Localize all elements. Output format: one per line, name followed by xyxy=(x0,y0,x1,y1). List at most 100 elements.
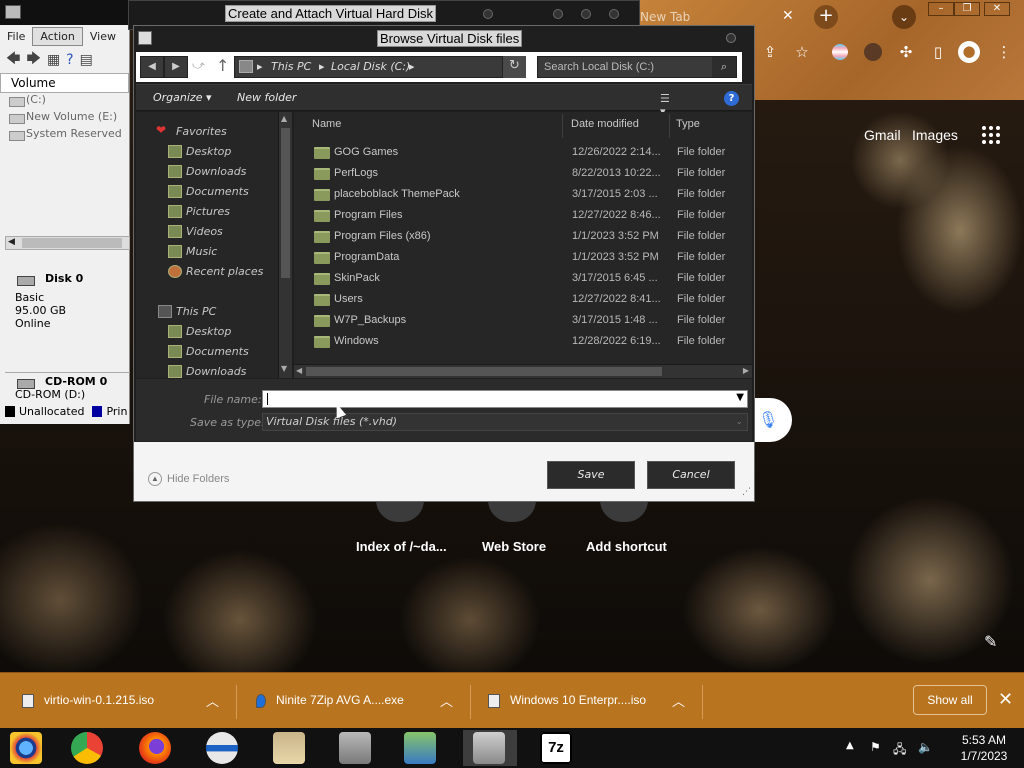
nav-item-recent-places[interactable]: Recent places xyxy=(186,265,263,278)
nav-item-downloads[interactable]: Downloads xyxy=(186,365,246,378)
scroll-left-icon[interactable]: ◀ xyxy=(296,366,302,375)
volume-row[interactable]: New Volume (E:) xyxy=(0,110,129,127)
scroll-right-icon[interactable]: ▶ xyxy=(743,366,749,375)
column-header-name[interactable]: Name xyxy=(312,118,341,130)
back-arrow-icon[interactable]: 🡄 xyxy=(6,48,20,72)
file-row[interactable]: SkinPack 3/17/2015 6:45 ... File folder xyxy=(294,268,752,289)
minimize-icon[interactable]: – xyxy=(928,2,954,16)
extension-avatar-icon[interactable] xyxy=(864,43,882,61)
save-button[interactable]: Save xyxy=(547,461,635,489)
nav-item-documents[interactable]: Documents xyxy=(186,185,249,198)
scroll-down-icon[interactable]: ▼ xyxy=(281,364,287,373)
action-center-flag-icon[interactable]: ⚑ xyxy=(870,740,881,754)
file-row[interactable]: GOG Games 12/26/2022 2:14... File folder xyxy=(294,142,752,163)
computer-management-icon[interactable] xyxy=(339,732,371,764)
volume-column-header[interactable]: Volume xyxy=(0,73,129,93)
shortcut-label[interactable]: Index of /~da... xyxy=(356,539,447,554)
chevron-down-icon[interactable]: ▼ xyxy=(736,392,744,403)
disk-management-icon[interactable] xyxy=(473,732,505,764)
organize-button[interactable]: Organize ▾ xyxy=(153,91,212,104)
resize-grip-icon[interactable]: ⋰ xyxy=(742,487,751,497)
share-icon[interactable]: ⇪ xyxy=(760,42,780,62)
search-icon[interactable]: ⌕ xyxy=(712,57,736,77)
show-all-downloads-button[interactable]: Show all xyxy=(913,685,987,715)
browser-tab-title[interactable]: New Tab xyxy=(640,10,690,24)
nav-item-downloads[interactable]: Downloads xyxy=(186,165,246,178)
close-icon[interactable] xyxy=(726,33,736,43)
file-row[interactable]: Windows 12/28/2022 6:19... File folder xyxy=(294,331,752,352)
volume-icon[interactable]: 🔈 xyxy=(918,740,933,754)
new-folder-button[interactable]: New folder xyxy=(237,91,296,104)
close-icon[interactable]: ✕ xyxy=(998,689,1013,710)
nav-vertical-scrollbar[interactable]: ▲ ▼ xyxy=(278,112,292,378)
extensions-puzzle-icon[interactable]: ✣ xyxy=(896,42,916,62)
google-apps-icon[interactable] xyxy=(982,126,1000,144)
chrome-menu-icon[interactable]: ⋮ xyxy=(994,42,1014,62)
file-row[interactable]: placeboblack ThemePack 3/17/2015 2:03 ...… xyxy=(294,184,752,205)
scroll-left-icon[interactable]: ◀ xyxy=(8,237,15,247)
file-list-horizontal-scrollbar[interactable]: ◀ ▶ xyxy=(294,364,752,378)
forward-arrow-icon[interactable]: 🡆 xyxy=(26,48,40,72)
volume-row[interactable]: (C:) xyxy=(0,93,129,110)
nav-item-pictures[interactable]: Pictures xyxy=(186,205,230,218)
file-row[interactable]: Users 12/27/2022 8:41... File folder xyxy=(294,289,752,310)
maximize-icon[interactable] xyxy=(581,9,591,19)
volume-row[interactable]: System Reserved xyxy=(0,127,129,144)
nav-this-pc[interactable]: This PC xyxy=(176,305,216,318)
grid-icon[interactable]: ▤ xyxy=(80,52,93,68)
extension-flag-icon[interactable] xyxy=(832,44,848,60)
chevron-up-icon[interactable]: ︿ xyxy=(672,691,685,710)
window-close-icon[interactable] xyxy=(483,9,493,19)
address-bar[interactable]: ▸ This PC ▸ Local Disk (C:) ▸ xyxy=(234,56,526,78)
nav-item-music[interactable]: Music xyxy=(186,245,217,258)
recent-locations-icon[interactable]: ⤻ xyxy=(192,58,205,73)
chevron-up-icon[interactable]: ︿ xyxy=(440,691,453,710)
column-divider[interactable] xyxy=(562,114,563,138)
gmail-link[interactable]: Gmail xyxy=(864,127,901,143)
tab-search-dropdown-icon[interactable]: ⌄ xyxy=(892,5,916,29)
new-tab-button[interactable]: + xyxy=(814,5,838,29)
customize-pencil-icon[interactable]: ✎ xyxy=(984,632,997,651)
cancel-button[interactable]: Cancel xyxy=(647,461,735,489)
up-arrow-icon[interactable]: ↑ xyxy=(216,56,229,75)
file-row[interactable]: Program Files 12/27/2022 8:46... File fold… xyxy=(294,205,752,226)
network-icon[interactable]: 🖧 xyxy=(893,740,906,761)
file-row[interactable]: PerfLogs 8/22/2013 10:22... File folder xyxy=(294,163,752,184)
scroll-thumb[interactable] xyxy=(306,367,662,376)
firefox-icon[interactable] xyxy=(139,732,171,764)
menu-file[interactable]: File xyxy=(0,28,32,45)
column-divider[interactable] xyxy=(669,114,670,138)
nav-favorites[interactable]: Favorites xyxy=(176,125,227,138)
search-input[interactable]: Search Local Disk (C:) ⌕ xyxy=(537,56,737,78)
system-clock[interactable]: 5:53 AM 1/7/2023 xyxy=(952,732,1016,764)
breadcrumb-local-disk[interactable]: Local Disk (C:) xyxy=(331,57,410,77)
chevron-down-icon[interactable]: ⌄ xyxy=(735,414,743,430)
download-item[interactable]: virtio-win-0.1.215.iso xyxy=(22,693,154,711)
properties-icon[interactable]: ▦ xyxy=(47,52,60,68)
volume-horizontal-scrollbar[interactable]: ◀ xyxy=(5,236,130,250)
scroll-up-icon[interactable]: ▲ xyxy=(281,114,287,123)
menu-action[interactable]: Action xyxy=(32,26,83,46)
file-row[interactable]: Program Files (x86) 1/1/2023 3:52 PM File … xyxy=(294,226,752,247)
minimize-icon[interactable] xyxy=(553,9,563,19)
menu-view[interactable]: View xyxy=(83,28,123,45)
file-explorer-icon[interactable] xyxy=(273,732,305,764)
start-orb-icon[interactable] xyxy=(10,732,42,764)
scroll-thumb[interactable] xyxy=(281,128,290,278)
tray-expand-icon[interactable]: ▲ xyxy=(846,740,854,751)
help-icon[interactable]: ? xyxy=(724,91,739,106)
column-header-date[interactable]: Date modified xyxy=(571,118,639,130)
download-item[interactable]: Ninite 7Zip AVG A....exe xyxy=(256,693,404,711)
file-row[interactable]: W7P_Backups 3/17/2015 1:48 ... File folder xyxy=(294,310,752,331)
side-panel-icon[interactable]: ▯ xyxy=(928,42,948,62)
restore-icon[interactable]: ❐ xyxy=(954,2,980,16)
images-link[interactable]: Images xyxy=(912,127,958,143)
help-icon[interactable]: ? xyxy=(66,52,73,68)
forward-button[interactable]: ▶ xyxy=(164,56,188,78)
file-row[interactable]: ProgramData 1/1/2023 3:52 PM File folder xyxy=(294,247,752,268)
bookmark-star-icon[interactable]: ☆ xyxy=(792,42,812,62)
hide-folders-button[interactable]: ▲ Hide Folders xyxy=(148,472,229,486)
breadcrumb-this-pc[interactable]: This PC xyxy=(271,57,311,77)
window-close-icon[interactable] xyxy=(609,9,619,19)
profile-icon[interactable]: ● xyxy=(958,41,980,63)
